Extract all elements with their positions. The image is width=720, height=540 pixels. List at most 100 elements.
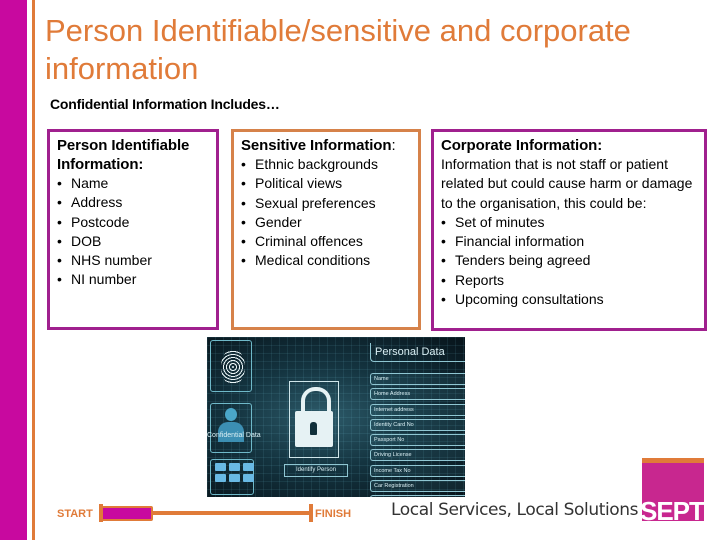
box-intro: Information that is not staff or patient… (441, 156, 693, 211)
box-list: • Name • Address • Postcode • DOB • NHS numbe… (57, 174, 209, 290)
list-item-text: Set of minutes (455, 213, 545, 230)
bullet-icon: • (57, 213, 62, 230)
progress-end-tick (309, 504, 313, 522)
progress-finish-label: FINISH (315, 508, 352, 520)
box-heading-text: Sensitive Information (241, 137, 392, 154)
logo-stripe (642, 458, 704, 463)
list-item: • Address (57, 193, 209, 212)
list-item-text: Postcode (71, 213, 130, 230)
keyhole-icon (310, 422, 317, 435)
sensitive-information-box: Sensitive Information: • Ethnic backgroun… (231, 129, 421, 330)
personal-data-item: Driving License (370, 449, 465, 462)
list-item: • Sexual preferences (241, 194, 411, 213)
bullet-icon: • (441, 213, 446, 230)
folders-panel (210, 459, 254, 495)
sept-logo: SEPT (640, 458, 705, 526)
bullet-icon: • (441, 291, 446, 308)
list-item: • DOB (57, 232, 209, 251)
personal-data-item: Passport No (370, 434, 465, 447)
personal-data-item: Name (370, 373, 465, 385)
left-accent-band (0, 0, 27, 540)
folder-icon (229, 474, 240, 482)
list-item-text: Reports (455, 271, 505, 288)
person-panel (210, 403, 252, 453)
fingerprint-icon (221, 349, 245, 385)
list-item-text: NHS number (71, 252, 152, 269)
person-identifiable-box: Person Identifiable Information: • Name •… (47, 129, 219, 330)
list-item-text: DOB (71, 232, 102, 249)
bullet-icon: • (57, 271, 62, 288)
person-icon (225, 408, 237, 421)
progress-bar (99, 504, 313, 522)
bullet-icon: • (57, 175, 62, 191)
list-item: • NHS number (57, 251, 209, 270)
list-item: • Ethnic backgrounds (241, 155, 411, 174)
list-item: • Upcoming consultations (441, 290, 697, 309)
folder-icon (229, 463, 240, 471)
list-item-text: NI number (71, 271, 137, 288)
padlock-shackle-icon (301, 387, 331, 413)
list-item-text: Medical conditions (255, 252, 371, 269)
bullet-icon: • (241, 233, 246, 250)
left-accent-rule (32, 0, 35, 540)
personal-data-list: Name Home Address Internet address Ident… (370, 373, 465, 497)
personal-data-item: Car Registration (370, 480, 465, 493)
list-item-text: Tenders being agreed (455, 252, 591, 269)
personal-data-item: Income Tax No (370, 464, 465, 477)
list-item: • NI number (57, 270, 209, 289)
list-item: • Criminal offences (241, 232, 411, 251)
box-list: • Set of minutes • Financial information •… (441, 213, 697, 309)
list-item: • Postcode (57, 213, 209, 232)
box-heading: Corporate Information: (441, 137, 603, 154)
list-item: • Medical conditions (241, 251, 411, 270)
list-item-text: Political views (255, 175, 343, 192)
progress-start-label: START (57, 508, 93, 520)
slide-title: Person Identifiable/sensitive and corpor… (45, 13, 631, 86)
box-heading: Sensitive Information: (241, 136, 411, 155)
list-item: • Tenders being agreed (441, 251, 697, 270)
personal-data-item: Identity Card No (370, 418, 465, 431)
personal-data-item: Home Address (370, 388, 465, 401)
list-item-text: Name (71, 175, 109, 191)
logo-text: SEPT (640, 496, 705, 526)
footer-tagline: Local Services, Local Solutions (391, 500, 639, 520)
list-item-text: Financial information (455, 233, 585, 250)
bullet-icon: • (241, 252, 246, 269)
folder-icon (243, 463, 254, 471)
corporate-information-box: Corporate Information: Information that … (431, 129, 707, 331)
list-item-text: Gender (255, 213, 302, 230)
bullet-icon: • (441, 233, 446, 250)
list-item: • Set of minutes (441, 213, 697, 232)
slide-subtitle: Confidential Information Includes… (50, 96, 280, 112)
bullet-icon: • (241, 194, 246, 211)
bullet-icon: • (57, 232, 62, 249)
box-heading: Person Identifiable Information: (57, 137, 190, 173)
list-item: • Political views (241, 174, 411, 193)
bullet-icon: • (57, 194, 62, 211)
personal-data-item: Other (370, 495, 465, 497)
list-item: • Name (57, 174, 209, 193)
list-item-text: Ethnic backgrounds (255, 156, 378, 172)
bullet-icon: • (241, 156, 246, 172)
fingerprint-panel (210, 340, 252, 392)
personal-data-illustration: Confidential Data Identify Person Person… (207, 337, 465, 497)
list-item-text: Address (71, 194, 123, 211)
personal-data-title: Personal Data (370, 343, 465, 362)
identify-person-label: Identify Person (284, 464, 348, 477)
box-heading-colon: : (391, 137, 396, 154)
list-item: • Financial information (441, 232, 697, 251)
list-item-text: Sexual preferences (255, 194, 376, 211)
progress-fill (101, 506, 153, 521)
folder-icon (243, 474, 254, 482)
list-item: • Gender (241, 213, 411, 232)
confidential-data-label: Confidential Data (207, 432, 261, 439)
folder-icon (215, 463, 226, 471)
bullet-icon: • (57, 252, 62, 269)
list-item-text: Criminal offences (255, 233, 363, 250)
box-list: • Ethnic backgrounds • Political views • Se… (241, 155, 411, 271)
bullet-icon: • (441, 271, 446, 288)
folder-icon (215, 474, 226, 482)
personal-data-item: Internet address (370, 403, 465, 416)
bullet-icon: • (241, 213, 246, 230)
bullet-icon: • (441, 252, 446, 269)
